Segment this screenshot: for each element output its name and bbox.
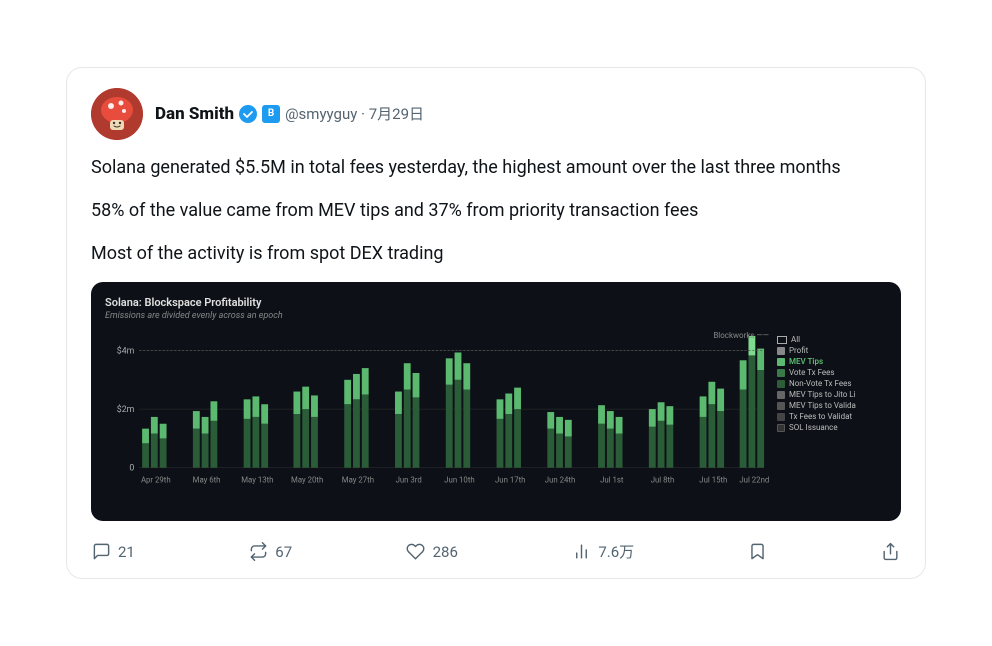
legend-item-nonvote-tx: Non-Vote Tx Fees	[777, 379, 887, 388]
svg-text:Apr 29th: Apr 29th	[141, 476, 171, 485]
svg-text:$2m: $2m	[117, 404, 135, 415]
chart-legend: All Profit MEV Tips Vote Tx Fees Non-Vot…	[777, 331, 887, 511]
display-name: Dan Smith	[155, 104, 234, 124]
retweet-count: 67	[275, 543, 292, 561]
svg-text:0: 0	[129, 464, 134, 474]
bookmark-action[interactable]	[748, 542, 768, 562]
like-count: 286	[433, 543, 458, 561]
svg-text:May 20th: May 20th	[291, 476, 323, 485]
chart-subtitle: Emissions are divided evenly across an e…	[105, 311, 887, 321]
like-icon	[406, 542, 426, 562]
views-icon	[571, 542, 591, 562]
chart-main: Blockworks —— $4m $2m 0	[105, 331, 769, 511]
legend-item-mev-valida: MEV Tips to Valida	[777, 401, 887, 410]
retweet-action[interactable]: 67	[248, 542, 292, 562]
avatar	[91, 88, 143, 140]
retweet-icon	[248, 542, 268, 562]
user-info: Dan Smith B @smyyguy · 7月29日	[155, 103, 424, 124]
comment-action[interactable]: 21	[91, 542, 135, 562]
like-action[interactable]: 286	[406, 542, 458, 562]
svg-text:Jun 3rd: Jun 3rd	[396, 476, 422, 485]
chart-title: Solana: Blockspace Profitability	[105, 296, 887, 309]
comment-icon	[91, 542, 111, 562]
tweet-card: Dan Smith B @smyyguy · 7月29日 Solana gene…	[66, 67, 926, 579]
tweet-text-3: Most of the activity is from spot DEX tr…	[91, 240, 901, 269]
username-date: @smyyguy · 7月29日	[285, 103, 424, 124]
tweet-text-1: Solana generated $5.5M in total fees yes…	[91, 154, 901, 183]
legend-item-all: All	[777, 335, 887, 344]
verified-icon	[239, 105, 257, 123]
b-badge: B	[262, 105, 280, 123]
legend-item-vote-tx: Vote Tx Fees	[777, 368, 887, 377]
chart-container: Solana: Blockspace Profitability Emissio…	[91, 282, 901, 521]
comment-count: 21	[118, 543, 135, 561]
svg-text:Jul 22nd: Jul 22nd	[739, 476, 769, 485]
tweet-header: Dan Smith B @smyyguy · 7月29日	[91, 88, 901, 140]
share-icon	[881, 542, 901, 562]
legend-item-tx-fees-valid: Tx Fees to Validat	[777, 412, 887, 421]
legend-item-profit: Profit	[777, 346, 887, 355]
svg-text:May 13th: May 13th	[241, 476, 273, 485]
chart-area: Blockworks —— $4m $2m 0	[105, 331, 887, 511]
legend-item-sol-issuance: SOL Issuance	[777, 423, 887, 432]
legend-item-mev-jito: MEV Tips to Jito Li	[777, 390, 887, 399]
svg-text:May 27th: May 27th	[342, 476, 374, 485]
blockworks-label: Blockworks ——	[713, 331, 769, 340]
views-action[interactable]: 7.6万	[571, 541, 634, 562]
share-action[interactable]	[881, 542, 901, 562]
svg-text:Jul 15th: Jul 15th	[699, 476, 727, 485]
user-name-row: Dan Smith B @smyyguy · 7月29日	[155, 103, 424, 124]
svg-text:May 6th: May 6th	[193, 476, 221, 485]
views-count: 7.6万	[598, 541, 634, 562]
svg-text:Jun 24th: Jun 24th	[545, 476, 575, 485]
svg-text:Jun 17th: Jun 17th	[495, 476, 525, 485]
tweet-text-2: 58% of the value came from MEV tips and …	[91, 197, 901, 226]
svg-text:Jul 1st: Jul 1st	[600, 476, 624, 485]
svg-text:$4m: $4m	[117, 346, 135, 357]
legend-item-mev-tips: MEV Tips	[777, 357, 887, 366]
svg-text:Jun 10th: Jun 10th	[444, 476, 474, 485]
bookmark-icon	[748, 542, 768, 562]
tweet-actions: 21 67 286	[91, 537, 901, 562]
chart-svg: $4m $2m 0	[105, 331, 769, 507]
svg-text:Jul 8th: Jul 8th	[651, 476, 675, 485]
